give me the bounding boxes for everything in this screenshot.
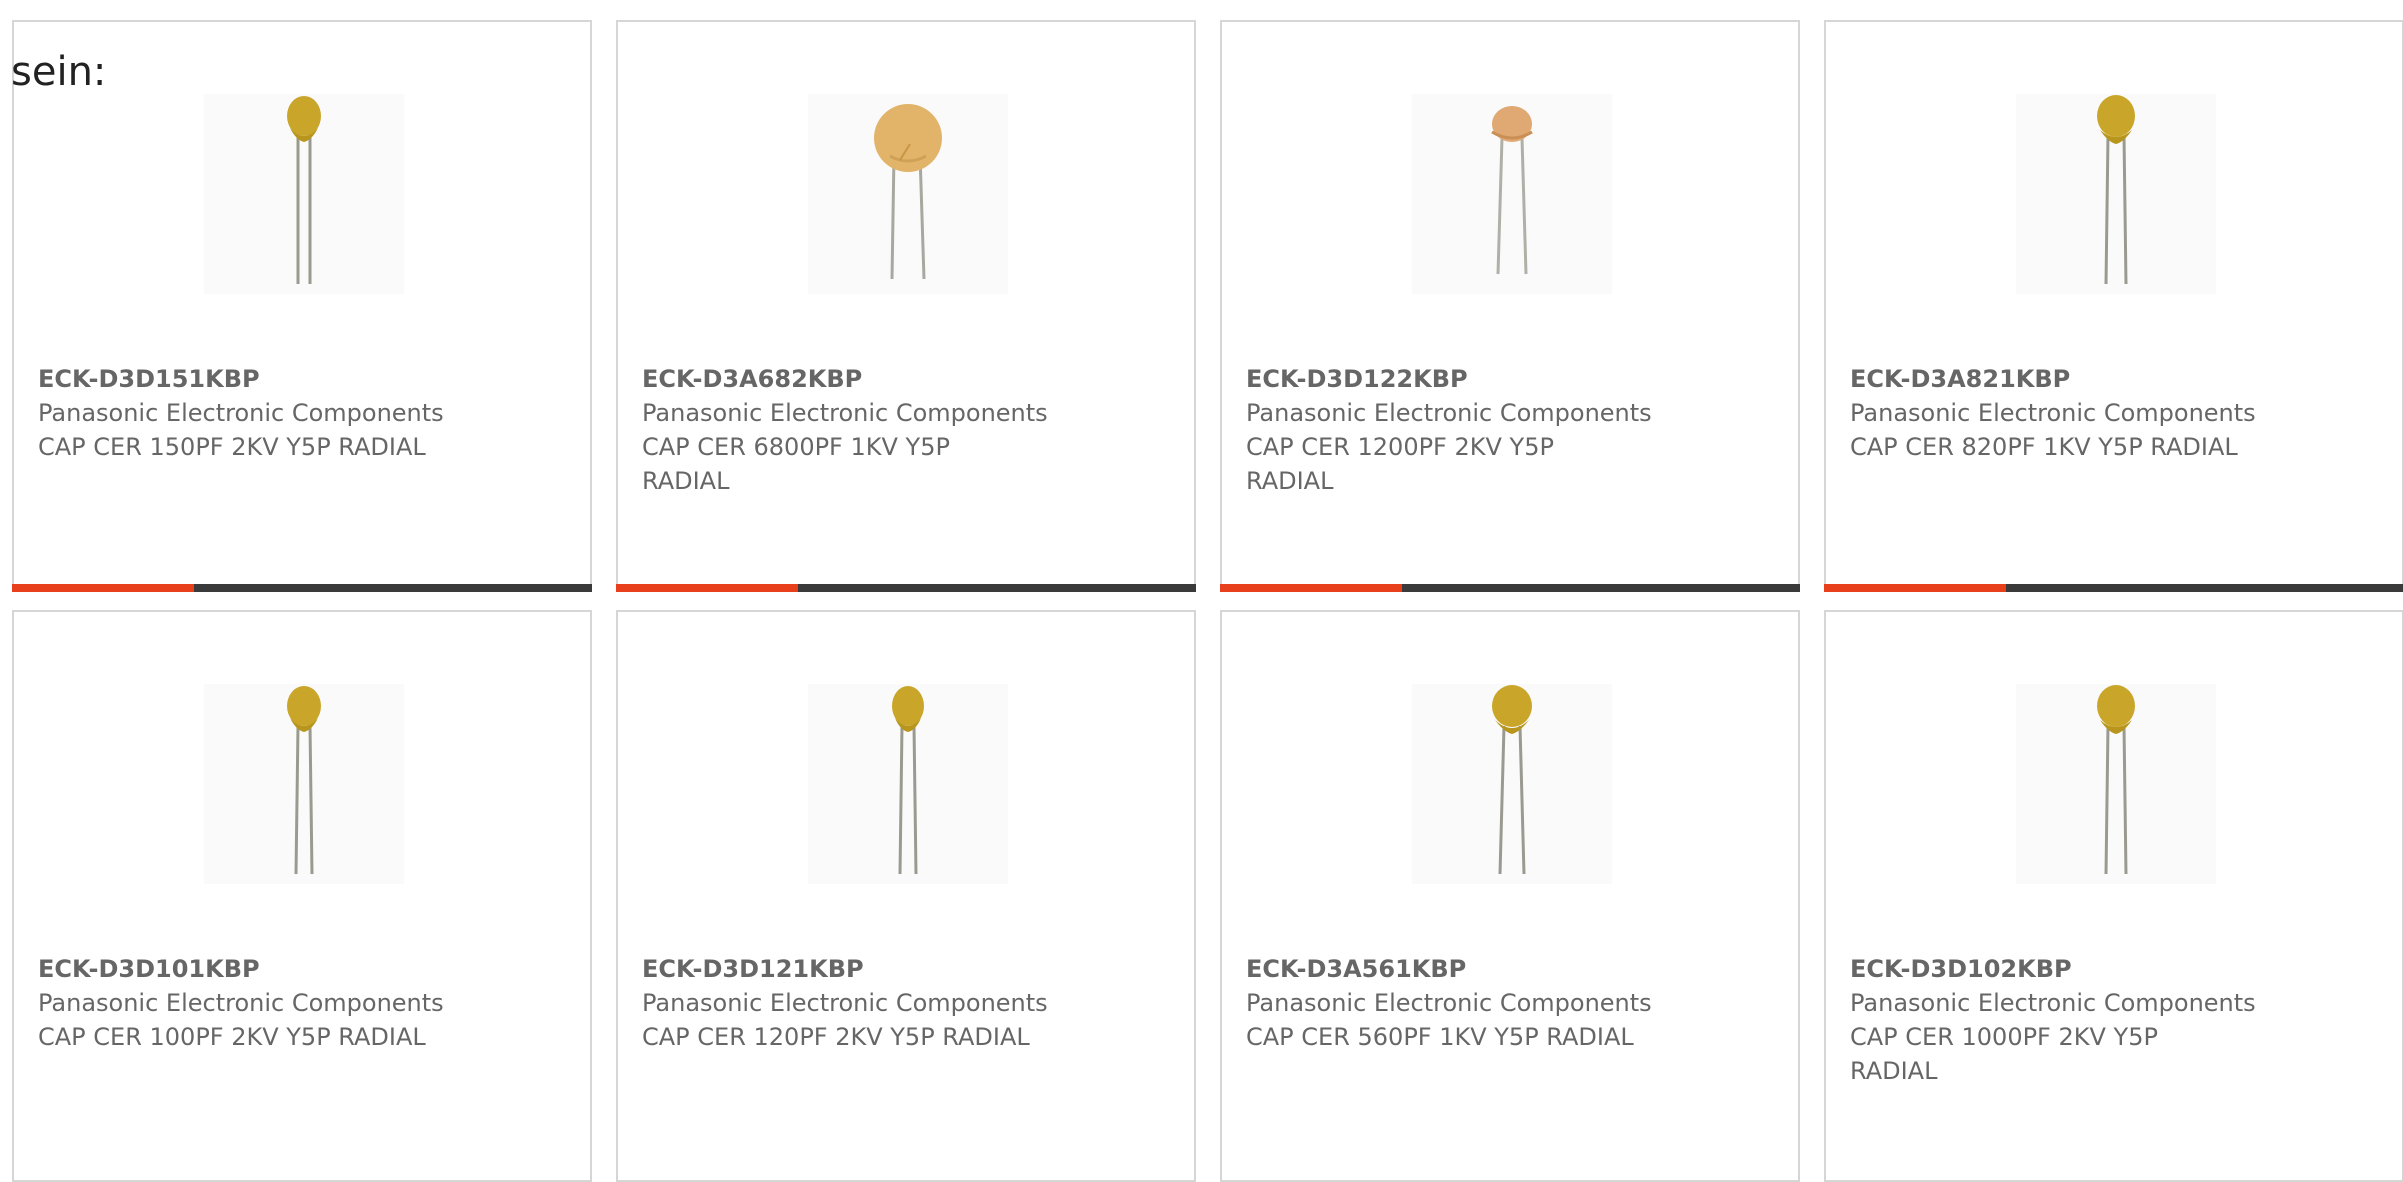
ceramic-disc-capacitor-icon <box>2016 684 2216 884</box>
product-image[interactable] <box>808 94 1008 294</box>
ceramic-disc-capacitor-icon <box>2016 94 2216 294</box>
product-card[interactable]: ECK-D3D121KBP Panasonic Electronic Compo… <box>616 610 1196 1182</box>
part-number-link[interactable]: ECK-D3A821KBP <box>1850 362 2310 396</box>
card-accent-bar <box>1824 584 2006 592</box>
part-number-link[interactable]: ECK-D3D151KBP <box>38 362 498 396</box>
manufacturer-label: Panasonic Electronic Components <box>1850 399 2256 427</box>
part-number-link[interactable]: ECK-D3A561KBP <box>1246 952 1706 986</box>
product-grid: ECK-D3D151KBP Panasonic Electronic Compo… <box>12 20 2403 1182</box>
description-label: CAP CER 120PF 2KV Y5P RADIAL <box>642 1023 1030 1051</box>
description-label: CAP CER 820PF 1KV Y5P RADIAL <box>1850 433 2238 461</box>
ceramic-disc-capacitor-icon <box>1412 684 1612 884</box>
ceramic-disc-capacitor-icon <box>1412 94 1612 294</box>
product-card[interactable]: ECK-D3A821KBP Panasonic Electronic Compo… <box>1824 20 2403 592</box>
card-footer-bar <box>616 584 1196 592</box>
card-footer-bar <box>12 584 592 592</box>
manufacturer-label: Panasonic Electronic Components <box>1850 989 2256 1017</box>
card-accent-bar <box>616 584 798 592</box>
product-card[interactable]: ECK-D3D122KBP Panasonic Electronic Compo… <box>1220 20 1800 592</box>
manufacturer-label: Panasonic Electronic Components <box>642 989 1048 1017</box>
product-card[interactable]: ECK-D3D102KBP Panasonic Electronic Compo… <box>1824 610 2403 1182</box>
card-accent-bar <box>1220 584 1402 592</box>
description-label: CAP CER 150PF 2KV Y5P RADIAL <box>38 433 426 461</box>
description-label: CAP CER 560PF 1KV Y5P RADIAL <box>1246 1023 1634 1051</box>
product-card[interactable]: ECK-D3D101KBP Panasonic Electronic Compo… <box>12 610 592 1182</box>
manufacturer-label: Panasonic Electronic Components <box>1246 989 1652 1017</box>
part-number-link[interactable]: ECK-D3A682KBP <box>642 362 1102 396</box>
ceramic-disc-capacitor-large-icon <box>808 94 1008 294</box>
card-footer-bar <box>1824 584 2403 592</box>
product-card[interactable]: ECK-D3D151KBP Panasonic Electronic Compo… <box>12 20 592 592</box>
product-image[interactable] <box>2016 684 2216 884</box>
ceramic-disc-capacitor-icon <box>204 94 404 294</box>
product-image[interactable] <box>2016 94 2216 294</box>
product-card[interactable]: ECK-D3A561KBP Panasonic Electronic Compo… <box>1220 610 1800 1182</box>
lead-text: sein: <box>11 49 107 95</box>
card-footer-bar <box>1220 584 1800 592</box>
manufacturer-label: Panasonic Electronic Components <box>642 399 1048 427</box>
manufacturer-label: Panasonic Electronic Components <box>1246 399 1652 427</box>
description-label: CAP CER 6800PF 1KV Y5P RADIAL <box>642 433 950 495</box>
product-image[interactable] <box>204 94 404 294</box>
product-image[interactable] <box>1412 94 1612 294</box>
part-number-link[interactable]: ECK-D3D121KBP <box>642 952 1102 986</box>
manufacturer-label: Panasonic Electronic Components <box>38 989 444 1017</box>
description-label: CAP CER 1000PF 2KV Y5P RADIAL <box>1850 1023 2158 1085</box>
product-image[interactable] <box>808 684 1008 884</box>
ceramic-disc-capacitor-icon <box>204 684 404 884</box>
manufacturer-label: Panasonic Electronic Components <box>38 399 444 427</box>
description-label: CAP CER 100PF 2KV Y5P RADIAL <box>38 1023 426 1051</box>
part-number-link[interactable]: ECK-D3D102KBP <box>1850 952 2310 986</box>
part-number-link[interactable]: ECK-D3D122KBP <box>1246 362 1706 396</box>
part-number-link[interactable]: ECK-D3D101KBP <box>38 952 498 986</box>
ceramic-disc-capacitor-icon <box>808 684 1008 884</box>
product-image[interactable] <box>1412 684 1612 884</box>
product-image[interactable] <box>204 684 404 884</box>
description-label: CAP CER 1200PF 2KV Y5P RADIAL <box>1246 433 1554 495</box>
product-card[interactable]: ECK-D3A682KBP Panasonic Electronic Compo… <box>616 20 1196 592</box>
card-accent-bar <box>12 584 194 592</box>
